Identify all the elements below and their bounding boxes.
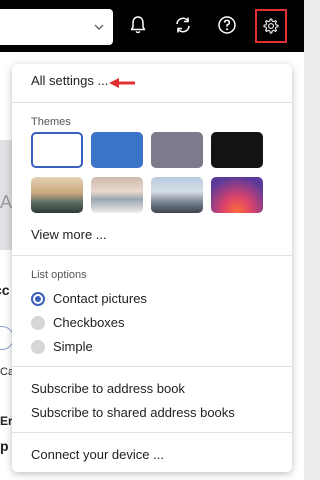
background-glyph: p bbox=[0, 438, 9, 454]
theme-swatch-gray[interactable] bbox=[151, 132, 203, 168]
connect-device-link[interactable]: Connect your device ... bbox=[31, 447, 164, 462]
checkboxes-label[interactable]: Checkboxes bbox=[53, 315, 125, 330]
subscribe-shared-address-books-link[interactable]: Subscribe to shared address books bbox=[31, 405, 235, 420]
chevron-down-icon[interactable] bbox=[93, 21, 105, 33]
subscribe-address-book-link[interactable]: Subscribe to address book bbox=[31, 381, 185, 396]
themes-label: Themes bbox=[31, 116, 71, 128]
background-glyph: Er bbox=[0, 414, 13, 428]
simple-radio[interactable] bbox=[31, 340, 45, 354]
divider bbox=[12, 255, 292, 256]
search-box[interactable] bbox=[0, 9, 113, 45]
theme-swatch-white[interactable] bbox=[31, 132, 83, 168]
simple-label[interactable]: Simple bbox=[53, 339, 93, 354]
gear-icon[interactable] bbox=[262, 17, 280, 35]
theme-swatch-glow[interactable] bbox=[211, 177, 263, 213]
divider bbox=[12, 366, 292, 367]
sync-icon[interactable] bbox=[172, 14, 194, 36]
settings-dropdown: All settings ... Themes View more ... Li… bbox=[12, 64, 292, 472]
divider bbox=[12, 432, 292, 433]
pointer-arrow-icon bbox=[109, 78, 135, 88]
theme-swatch-landscape[interactable] bbox=[31, 177, 83, 213]
top-bar bbox=[0, 0, 304, 52]
contact-pictures-label[interactable]: Contact pictures bbox=[53, 291, 147, 306]
theme-swatch-beach[interactable] bbox=[91, 177, 143, 213]
background-glyph: cc bbox=[0, 282, 10, 298]
divider bbox=[12, 102, 292, 103]
view-more-link[interactable]: View more ... bbox=[31, 227, 107, 242]
theme-swatch-city[interactable] bbox=[151, 177, 203, 213]
settings-button[interactable] bbox=[255, 9, 287, 43]
background-glyph: A bbox=[0, 192, 13, 212]
checkboxes-radio[interactable] bbox=[31, 316, 45, 330]
help-icon[interactable] bbox=[216, 14, 238, 36]
bell-icon[interactable] bbox=[127, 14, 149, 36]
list-options-label: List options bbox=[31, 269, 87, 281]
contact-pictures-radio[interactable] bbox=[31, 292, 45, 306]
all-settings-link[interactable]: All settings ... bbox=[31, 73, 108, 88]
theme-swatch-black[interactable] bbox=[211, 132, 263, 168]
theme-swatch-blue[interactable] bbox=[91, 132, 143, 168]
